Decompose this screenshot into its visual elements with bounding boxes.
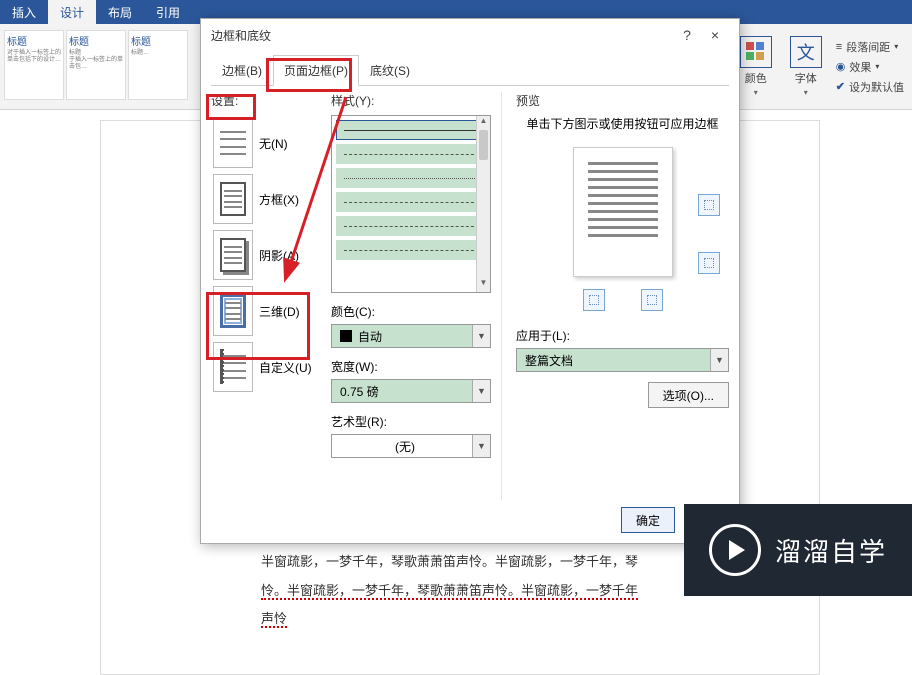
dialog-titlebar: 边框和底纹 ? × xyxy=(201,19,739,51)
style-scrollbar[interactable]: ▲ ▼ xyxy=(476,116,490,292)
tab-page-border[interactable]: 页面边框(P) xyxy=(273,55,359,86)
dialog-tabs: 边框(B) 页面边框(P) 底纹(S) xyxy=(211,55,729,86)
ok-button[interactable]: 确定 xyxy=(621,507,675,533)
color-swatch xyxy=(340,330,352,342)
custom-icon xyxy=(213,342,253,392)
colors-button[interactable]: 颜色▾ xyxy=(736,32,776,101)
art-select[interactable]: (无) ▼ xyxy=(331,434,491,458)
play-icon xyxy=(709,524,761,576)
style-column: 样式(Y): ▲ ▼ 颜色(C): 自动 ▼ xyxy=(331,92,491,500)
width-select[interactable]: 0.75 磅 ▼ xyxy=(331,379,491,403)
settings-label: 设置: xyxy=(211,92,321,109)
preview-column: 预览 单击下方图示或使用按钮可应用边框 应用于(L): 整篇文档 ▼ xyxy=(501,92,729,500)
chevron-down-icon: ▼ xyxy=(472,435,490,457)
fonts-button[interactable]: 文 字体▾ xyxy=(786,32,826,101)
art-label: 艺术型(R): xyxy=(331,413,491,430)
shadow-icon xyxy=(213,230,253,280)
paragraph-spacing[interactable]: ≡ 段落间距▾ xyxy=(836,39,904,55)
setting-custom[interactable]: 自定义(U) xyxy=(211,339,321,395)
paragraph-spacing-icon: ≡ xyxy=(836,41,842,53)
setting-3d[interactable]: 三维(D) xyxy=(211,283,321,339)
width-label: 宽度(W): xyxy=(331,358,491,375)
close-button[interactable]: × xyxy=(701,27,729,43)
style-item[interactable]: 标题 对于插入一标签上的单击包括下的设计… xyxy=(4,30,64,100)
set-default-button[interactable]: ✔ 设为默认值 xyxy=(836,79,904,95)
style-label: 样式(Y): xyxy=(331,92,491,109)
tab-insert[interactable]: 插入 xyxy=(0,0,48,24)
brand-text: 溜溜自学 xyxy=(775,532,887,569)
style-list[interactable]: ▲ ▼ xyxy=(331,115,491,293)
none-icon xyxy=(213,118,253,168)
effects-icon: ◉ xyxy=(836,60,846,73)
chevron-down-icon: ▼ xyxy=(472,380,490,402)
setting-none[interactable]: 无(N) xyxy=(211,115,321,171)
color-select[interactable]: 自动 ▼ xyxy=(331,324,491,348)
tab-border[interactable]: 边框(B) xyxy=(211,55,273,85)
brand-watermark: 溜溜自学 xyxy=(684,504,912,596)
box-icon xyxy=(213,174,253,224)
options-button[interactable]: 选项(O)... xyxy=(648,382,729,408)
edge-btn-right[interactable] xyxy=(641,289,663,311)
apply-label: 应用于(L): xyxy=(516,329,570,343)
styles-gallery[interactable]: 标题 对于插入一标签上的单击包括下的设计… 标题 标题于插入一标签上的单击包… … xyxy=(0,24,200,109)
check-icon: ✔ xyxy=(836,80,845,93)
borders-shading-dialog: 边框和底纹 ? × 边框(B) 页面边框(P) 底纹(S) 设置: 无(N) 方… xyxy=(200,18,740,544)
style-item[interactable]: 标题 标题于插入一标签上的单击包… xyxy=(66,30,126,100)
effects-button[interactable]: ◉ 效果▾ xyxy=(836,59,904,75)
preview-page[interactable] xyxy=(563,147,683,311)
threed-icon xyxy=(213,286,253,336)
chevron-down-icon: ▼ xyxy=(710,349,728,371)
colors-icon xyxy=(740,36,772,68)
tab-design[interactable]: 设计 xyxy=(48,0,96,24)
fonts-icon: 文 xyxy=(790,36,822,68)
color-label: 颜色(C): xyxy=(331,303,491,320)
setting-box[interactable]: 方框(X) xyxy=(211,171,321,227)
style-item[interactable]: 标题 标题… xyxy=(128,30,188,100)
dialog-title: 边框和底纹 xyxy=(211,27,271,44)
preview-hint: 单击下方图示或使用按钮可应用边框 xyxy=(516,115,729,133)
edge-btn-top[interactable] xyxy=(698,194,720,216)
chevron-down-icon: ▼ xyxy=(472,325,490,347)
help-button[interactable]: ? xyxy=(673,27,701,43)
tab-references[interactable]: 引用 xyxy=(144,0,192,24)
tab-layout[interactable]: 布局 xyxy=(96,0,144,24)
edge-btn-bottom[interactable] xyxy=(698,252,720,274)
preview-label: 预览 xyxy=(516,92,729,109)
setting-shadow[interactable]: 阴影(A) xyxy=(211,227,321,283)
edge-btn-left[interactable] xyxy=(583,289,605,311)
apply-select[interactable]: 整篇文档 ▼ xyxy=(516,348,729,372)
tab-shading[interactable]: 底纹(S) xyxy=(359,55,421,85)
ribbon-menu: ≡ 段落间距▾ ◉ 效果▾ ✔ 设为默认值 xyxy=(836,39,904,95)
settings-column: 设置: 无(N) 方框(X) 阴影(A) 三维(D) 自定义(U) xyxy=(211,92,321,500)
